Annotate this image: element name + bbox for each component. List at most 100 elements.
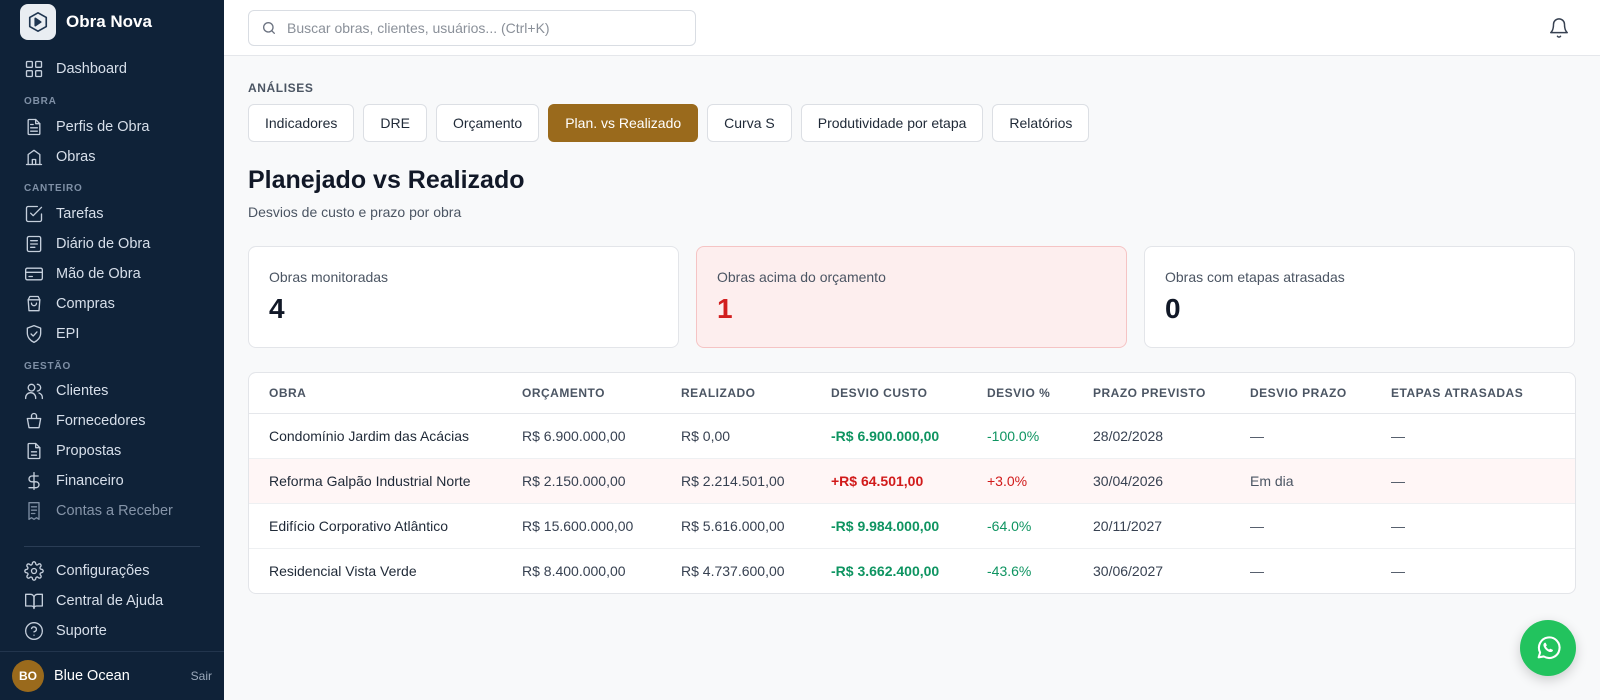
avatar: BO bbox=[12, 660, 44, 692]
column-header-obra[interactable]: OBRA bbox=[249, 373, 502, 414]
cell-desvio-prazo: Em dia bbox=[1230, 458, 1371, 504]
column-header-etapas-atrasadas[interactable]: ETAPAS ATRASADAS bbox=[1371, 373, 1575, 414]
cell-realizado: R$ 2.214.501,00 bbox=[661, 458, 811, 504]
cell-prazo-previsto: 30/04/2026 bbox=[1073, 458, 1230, 504]
table-row[interactable]: Condomínio Jardim das Acácias R$ 6.900.0… bbox=[249, 413, 1575, 459]
column-header-orcamento[interactable]: ORÇAMENTO bbox=[502, 373, 661, 414]
table-header-row: OBRA ORÇAMENTO REALIZADO DESVIO CUSTO DE… bbox=[249, 373, 1575, 414]
tab-produtividade-por-etapa[interactable]: Produtividade por etapa bbox=[800, 104, 984, 142]
sidebar-item-tarefas[interactable]: Tarefas bbox=[24, 201, 104, 227]
shopping-bag-icon bbox=[27, 295, 41, 312]
document-icon bbox=[27, 118, 41, 136]
summary-cards: Obras monitoradas 4 Obras acima do orçam… bbox=[248, 246, 1575, 348]
page-subtitle: Desvios de custo e prazo por obra bbox=[248, 204, 462, 220]
sidebar-item-epi[interactable]: EPI bbox=[24, 321, 79, 347]
sidebar-item-label: Central de Ajuda bbox=[56, 593, 164, 609]
sidebar-item-label: Propostas bbox=[56, 443, 122, 459]
sidebar-item-fornecedores[interactable]: Fornecedores bbox=[24, 408, 145, 434]
search-input[interactable] bbox=[287, 20, 687, 36]
receipt-icon bbox=[28, 502, 40, 520]
sidebar-item-clientes[interactable]: Clientes bbox=[24, 378, 108, 404]
column-header-desvio-prazo[interactable]: DESVIO PRAZO bbox=[1230, 373, 1371, 414]
sidebar-item-propostas[interactable]: Propostas bbox=[24, 438, 121, 464]
tab-orcamento[interactable]: Orçamento bbox=[435, 104, 540, 142]
cell-realizado: R$ 4.737.600,00 bbox=[681, 562, 785, 579]
cell-desvio-custo: +R$ 64.501,00 bbox=[811, 458, 967, 504]
gear-icon bbox=[24, 561, 44, 581]
users-icon bbox=[25, 383, 43, 400]
sidebar-item-contas-a-receber[interactable]: Contas a Receber bbox=[24, 498, 173, 524]
cell-realizado: R$ 5.616.000,00 bbox=[661, 503, 811, 549]
sidebar: Obra Nova Dashboard OBRA Perfis de Obra … bbox=[0, 0, 224, 700]
dollar-icon bbox=[28, 472, 40, 490]
sidebar-item-label: Configurações bbox=[56, 563, 150, 579]
building-icon bbox=[25, 149, 43, 166]
page-title: Planejado vs Realizado bbox=[248, 166, 525, 194]
sidebar-divider bbox=[0, 651, 224, 652]
cell-desvio-pct: -100.0% bbox=[967, 413, 1073, 459]
table-row[interactable]: Residencial Vista Verde R$ 8.400.000,00 … bbox=[249, 548, 1575, 593]
topbar bbox=[224, 0, 1600, 56]
cell-orcamento: R$ 6.900.000,00 bbox=[502, 413, 661, 459]
deviation-table: OBRA ORÇAMENTO REALIZADO DESVIO CUSTO DE… bbox=[248, 372, 1576, 594]
card-label: Obras monitoradas bbox=[269, 269, 389, 285]
sidebar-item-dashboard[interactable]: Dashboard bbox=[24, 56, 127, 82]
tab-indicadores[interactable]: Indicadores bbox=[248, 104, 355, 142]
section-label-obra: OBRA bbox=[24, 96, 57, 107]
sidebar-item-label: Clientes bbox=[56, 383, 109, 399]
cell-desvio-custo: -R$ 9.984.000,00 bbox=[811, 503, 967, 549]
shield-check-icon bbox=[26, 325, 42, 343]
card-obras-acima-do-orcamento: Obras acima do orçamento 1 bbox=[696, 246, 1127, 348]
card-label: Obras com etapas atrasadas bbox=[1165, 269, 1345, 285]
cell-desvio-pct: -64.0% bbox=[967, 503, 1073, 549]
brand[interactable]: Obra Nova bbox=[20, 4, 152, 40]
whatsapp-icon bbox=[1537, 636, 1561, 660]
sidebar-item-label: Financeiro bbox=[56, 473, 124, 489]
cell-desvio-prazo: — bbox=[1230, 413, 1371, 459]
sidebar-item-label: Suporte bbox=[56, 623, 107, 639]
sidebar-item-suporte[interactable]: Suporte bbox=[24, 618, 107, 644]
logout-button[interactable]: Sair bbox=[191, 669, 212, 683]
cell-desvio-custo: -R$ 3.662.400,00 bbox=[831, 562, 940, 579]
table-row[interactable]: Edifício Corporativo Atlântico R$ 15.600… bbox=[249, 503, 1575, 549]
tab-dre[interactable]: DRE bbox=[363, 104, 427, 142]
tab-plan-vs-realizado[interactable]: Plan. vs Realizado bbox=[548, 104, 699, 142]
section-label-gestao: GESTÃO bbox=[24, 361, 72, 372]
grid-icon bbox=[25, 60, 43, 78]
column-header-desvio-pct[interactable]: DESVIO % bbox=[967, 373, 1073, 414]
sidebar-item-central-de-ajuda[interactable]: Central de Ajuda bbox=[24, 588, 163, 614]
column-header-realizado[interactable]: REALIZADO bbox=[661, 373, 811, 414]
sidebar-item-perfis-de-obra[interactable]: Perfis de Obra bbox=[24, 114, 150, 140]
sidebar-item-obras[interactable]: Obras bbox=[24, 144, 96, 170]
cell-prazo-previsto: 28/02/2028 bbox=[1073, 413, 1230, 459]
cell-desvio-pct: -43.6% bbox=[987, 562, 1032, 579]
tab-curva-s[interactable]: Curva S bbox=[707, 104, 792, 142]
sidebar-item-label: Perfis de Obra bbox=[56, 119, 150, 135]
sidebar-item-configuracoes[interactable]: Configurações bbox=[24, 558, 150, 584]
user-menu[interactable]: BO Blue Ocean Sair bbox=[12, 660, 212, 692]
section-eyebrow: ANÁLISES bbox=[248, 81, 314, 95]
cell-orcamento: R$ 8.400.000,00 bbox=[522, 562, 626, 579]
column-header-prazo-previsto[interactable]: PRAZO PREVISTO bbox=[1073, 373, 1230, 414]
sidebar-item-label: Compras bbox=[56, 296, 115, 312]
whatsapp-button[interactable] bbox=[1520, 620, 1576, 676]
cell-prazo-previsto: 30/06/2027 bbox=[1093, 562, 1164, 579]
file-text-icon bbox=[27, 442, 41, 460]
sidebar-item-mao-de-obra[interactable]: Mão de Obra bbox=[24, 261, 141, 287]
cell-obra: Reforma Galpão Industrial Norte bbox=[249, 458, 502, 504]
sidebar-divider bbox=[24, 546, 200, 547]
help-circle-icon bbox=[25, 622, 43, 640]
column-header-desvio-custo[interactable]: DESVIO CUSTO bbox=[811, 373, 967, 414]
cell-prazo-previsto: 20/11/2027 bbox=[1073, 503, 1230, 549]
table-row[interactable]: Reforma Galpão Industrial Norte R$ 2.150… bbox=[249, 458, 1575, 504]
notifications-button[interactable] bbox=[1548, 17, 1570, 39]
tab-relatorios[interactable]: Relatórios bbox=[992, 104, 1090, 142]
search-box[interactable] bbox=[248, 10, 696, 46]
sidebar-item-label: Tarefas bbox=[56, 206, 104, 222]
sidebar-item-financeiro[interactable]: Financeiro bbox=[24, 468, 124, 494]
id-card-icon bbox=[25, 267, 43, 281]
app-name: Obra Nova bbox=[66, 12, 152, 31]
sidebar-item-diario-de-obra[interactable]: Diário de Obra bbox=[24, 231, 150, 257]
sidebar-item-label: EPI bbox=[56, 326, 80, 342]
sidebar-item-compras[interactable]: Compras bbox=[24, 291, 115, 317]
